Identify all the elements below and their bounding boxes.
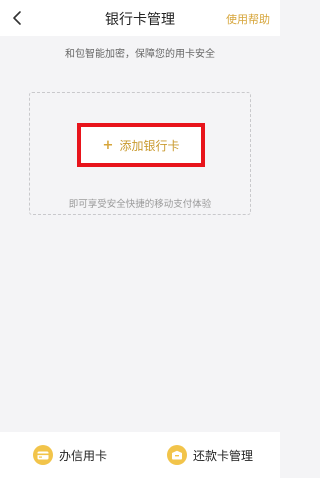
repayment-card-management-label: 还款卡管理 (192, 448, 253, 463)
repayment-card-management-button[interactable]: 还款卡管理 (140, 432, 280, 478)
repayment-icon (166, 445, 187, 465)
plus-icon: + (102, 137, 114, 153)
credit-card-icon (32, 445, 53, 465)
add-bank-card-label: 添加银行卡 (119, 138, 180, 153)
add-card-area: + 添加银行卡 即可享受安全快捷的移动支付体验 (29, 92, 251, 215)
header-bar: 银行卡管理 使用帮助 (0, 0, 280, 36)
help-link[interactable]: 使用帮助 (226, 11, 270, 27)
bottom-action-bar: 办信用卡 还款卡管理 (0, 432, 280, 478)
add-card-hint: 即可享受安全快捷的移动支付体验 (68, 199, 212, 210)
apply-credit-card-label: 办信用卡 (58, 448, 107, 463)
security-subtitle: 和包智能加密，保障您的用卡安全 (65, 49, 215, 60)
add-bank-card-button[interactable]: + 添加银行卡 (77, 123, 205, 167)
bank-card-management-screen: 银行卡管理 使用帮助 和包智能加密，保障您的用卡安全 + 添加银行卡 即可享受安… (0, 0, 280, 478)
apply-credit-card-button[interactable]: 办信用卡 (0, 432, 140, 478)
